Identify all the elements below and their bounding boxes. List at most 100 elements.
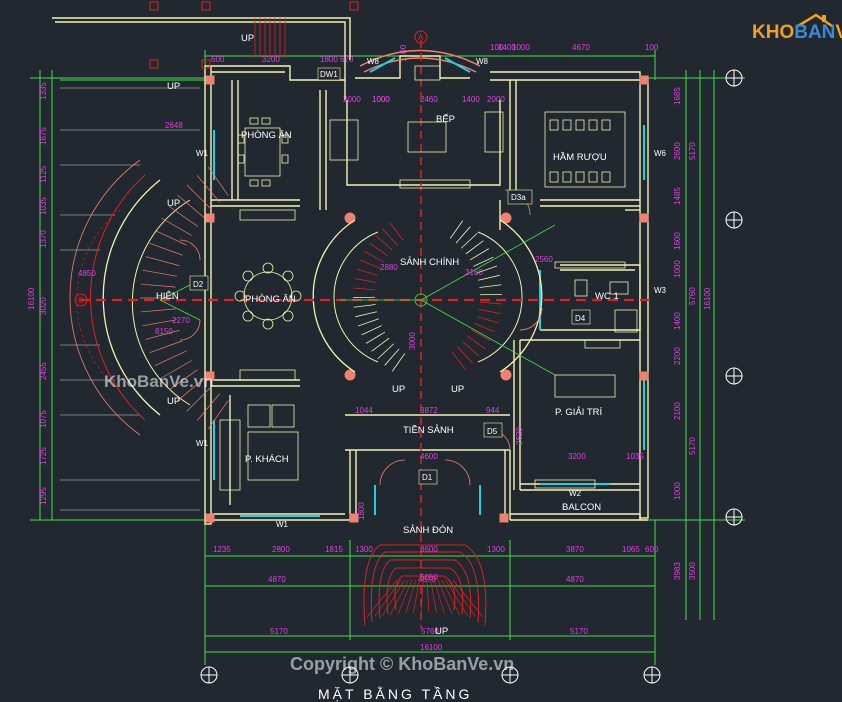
up-hien-1: UP — [167, 198, 180, 209]
dim-misc-17: 2560 — [535, 255, 553, 264]
stair-tread — [357, 269, 378, 275]
stair-tread — [353, 288, 375, 290]
dim-right-14: 3500 — [688, 562, 697, 580]
dim-bot1-1: 2800 — [272, 545, 290, 554]
stair-tread — [421, 580, 423, 612]
dim-right-6: 2200 — [673, 347, 682, 365]
right-dim-labels: 1685 2600 1485 1600 1000 1400 2200 2100 … — [673, 87, 712, 580]
stair-tread — [427, 580, 429, 612]
dim-misc-15: 3600 — [420, 545, 438, 554]
dim-top-9: 100 — [645, 43, 659, 52]
stair-tread — [366, 332, 385, 343]
stair-tread — [450, 221, 463, 239]
grid-label-a: A — [418, 33, 424, 42]
dim-bot1-4: 1300 — [487, 545, 505, 554]
stair-tread — [471, 330, 490, 341]
dim-misc-8: 944 — [486, 406, 500, 415]
room-sanh-don: SẢNH ĐÓN — [403, 524, 453, 536]
dim-right-0: 1685 — [673, 87, 682, 105]
stair-tread — [461, 233, 477, 248]
dim-inner-2: 2460 — [420, 95, 438, 104]
stair-tread — [150, 243, 183, 255]
room-p-giai-tri: P. GIẢI TRÍ — [555, 406, 603, 418]
dim-right-9: 3983 — [673, 562, 682, 580]
top-stair — [255, 18, 285, 58]
stair-tread — [385, 349, 399, 366]
dim-right-5: 1400 — [673, 312, 682, 330]
dim-bot3-2: 5170 — [570, 627, 588, 636]
dim-bot3-0: 5170 — [270, 627, 288, 636]
khobanve-logo: KHOBANVE — [748, 12, 834, 48]
windows — [214, 58, 644, 516]
stair-tread — [470, 249, 489, 260]
stair-tread — [370, 243, 388, 256]
stair-tread — [358, 319, 379, 326]
stair-tread — [446, 580, 468, 616]
dim-top-3: 670 — [340, 55, 354, 64]
stair-tread — [382, 580, 404, 616]
room-hien: HIÊN — [156, 291, 179, 302]
stair-tread — [463, 342, 480, 356]
stair-tread — [354, 305, 376, 308]
stair-tread — [474, 323, 494, 332]
dim-left-8: 1725 — [39, 447, 48, 465]
dim-right-11: 5760 — [688, 287, 697, 305]
room-p-khach: P. KHÁCH — [245, 454, 289, 465]
watermark-middle: KhoBanVe.vn — [104, 372, 214, 392]
up-top: UP — [241, 33, 254, 44]
dim-bot1-7: 600 — [645, 545, 659, 554]
up-center-left: UP — [392, 384, 405, 395]
stair-tread — [360, 260, 380, 269]
dim-bot1-3: 1300 — [355, 545, 373, 554]
dim-left-1: 1675 — [39, 127, 48, 145]
stair-tread — [155, 230, 187, 245]
room-phong-an: PHÒNG ĂN — [245, 294, 296, 305]
dim-right-2: 1485 — [673, 187, 682, 205]
dim-misc-16: 5050 — [420, 573, 438, 582]
logo-part-ve: VE — [835, 22, 842, 43]
stair-tread — [438, 580, 452, 614]
tag-w6: W6 — [654, 149, 667, 158]
dim-left-6: 2455 — [39, 362, 48, 380]
dim-misc-9: 4600 — [420, 452, 438, 461]
dim-misc-4: 2880 — [380, 263, 398, 272]
tag-w3: W3 — [654, 286, 667, 295]
stair-tread — [466, 241, 484, 254]
dim-misc-5: 3160 — [465, 268, 483, 277]
dim-right-3: 1600 — [673, 232, 682, 250]
dim-misc-1: 4850 — [78, 269, 96, 278]
dim-top-7: 1000 — [512, 43, 530, 52]
dim-bot2-0: 4870 — [268, 575, 286, 584]
dim-misc-0: 2648 — [165, 121, 183, 130]
tag-dw1: DW1 — [320, 70, 338, 79]
room-labels: BẾP PHÒNG ĂN HẦM RƯỢU SẢNH CHÍNH HIÊN PH… — [156, 114, 619, 536]
stair-tread — [372, 338, 390, 351]
dim-left-0: 1335 — [39, 82, 48, 100]
room-tien-sanh: TIỀN SẢNH — [403, 424, 454, 436]
up-center-right: UP — [451, 384, 464, 395]
dim-right-7: 2100 — [673, 402, 682, 420]
tag-d2: D2 — [193, 280, 204, 289]
dim-bot1-6: 1065 — [622, 545, 640, 554]
tag-w1c: W1 — [276, 520, 289, 529]
stair-tread — [480, 302, 502, 304]
front-steps — [364, 545, 486, 625]
tag-w8b: W8 — [476, 57, 489, 66]
stair-tread — [141, 309, 176, 312]
dim-left-2: 1125 — [39, 165, 48, 183]
dim-misc-14: 1800 — [357, 502, 366, 520]
dim-misc-18: 3000 — [408, 332, 417, 350]
tag-w8a: W8 — [367, 57, 380, 66]
dim-right-13: 16100 — [703, 287, 712, 310]
dimension-lines — [30, 50, 745, 665]
dim-misc-6: 3872 — [420, 406, 438, 415]
logo-text: KHOBANVE — [752, 22, 842, 44]
stair-tread — [150, 341, 183, 353]
dim-misc-2: 2270 — [172, 316, 190, 325]
stair-tread — [376, 236, 393, 250]
watermark-bottom: Copyright © KhoBanVe.vn — [290, 654, 514, 675]
dim-misc-12: 1000 — [372, 95, 390, 104]
dim-top-8: 4670 — [572, 43, 590, 52]
room-wc1: WC 1 — [595, 291, 619, 302]
stair-tread — [141, 284, 176, 287]
